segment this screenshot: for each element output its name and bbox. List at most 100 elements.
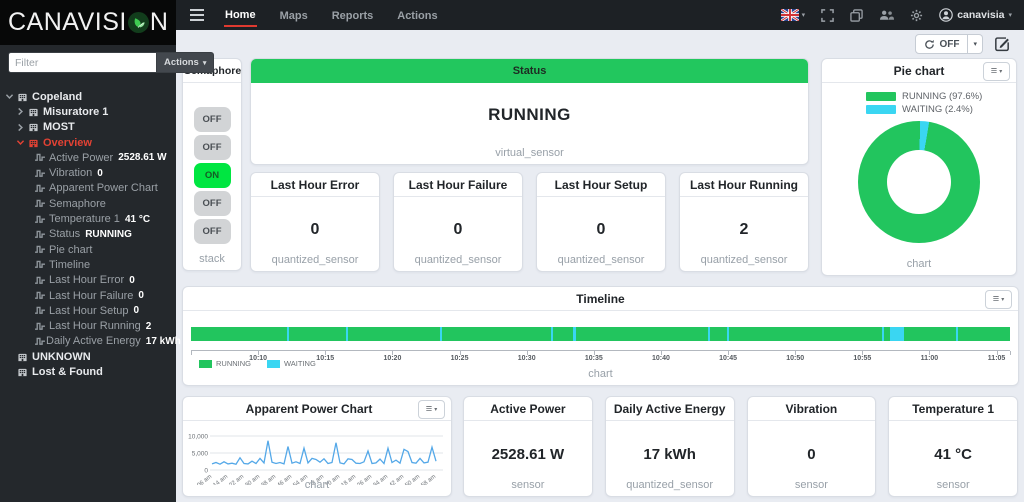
tree-item-misuratore-1[interactable]: Misuratore 1 [0,104,176,119]
panel-caption: stack [183,253,241,265]
status-header: Status [251,59,808,83]
nav-item-actions[interactable]: Actions [396,4,438,26]
open-windows-icon [850,9,863,22]
users-button[interactable] [879,9,894,21]
tree-item-active-power[interactable]: Active Power2528.61 W [0,150,176,165]
panel-menu-button[interactable]: ≡▾ [985,290,1012,309]
tree-item-overview[interactable]: Overview [0,135,176,150]
brand-logo[interactable]: CANAVISI N [0,0,176,45]
edit-dashboard-button[interactable] [994,36,1010,52]
legend-swatch [866,105,896,114]
pie-legend: RUNNING (97.6%)WAITING (2.4%) [866,90,1016,116]
tree-item-label: Lost & Found [32,366,103,378]
semaphore-button-2[interactable]: OFF [194,135,231,160]
tree-item-apparent-power-chart[interactable]: Apparent Power Chart [0,181,176,196]
tree-item-last-hour-error[interactable]: Last Hour Error0 [0,273,176,288]
panel-caption: virtual_sensor [251,147,808,159]
panel-caption: quantized_sensor [394,254,522,266]
waveform-icon [34,260,49,269]
chevron-down-icon: ▾ [802,11,806,19]
language-selector[interactable]: ▾ [781,9,806,21]
sidebar: Actions ▾ CopelandMisuratore 1MOSTOvervi… [0,30,176,502]
sensor-card-daily-active-energy: Daily Active Energy17 kWhquantized_senso… [605,396,735,497]
waveform-icon [34,230,49,239]
axis-tick-label: 10:50 [786,355,804,362]
stat-card-last-hour-running: Last Hour Running2quantized_sensor [679,172,809,272]
auto-refresh-button[interactable]: OFF [915,34,968,54]
tree-item-label: Misuratore 1 [43,106,108,118]
tree-item-value: 0 [97,168,103,179]
tree-item-label: Status [49,228,80,240]
building-icon [17,352,32,362]
windows-button[interactable] [850,9,863,22]
person-circle-icon [939,8,953,22]
timeline-segment-running [553,327,574,341]
semaphore-button-5[interactable]: OFF [194,219,231,244]
timeline-segment-running [289,327,346,341]
panel-menu-button[interactable]: ≡▾ [983,62,1010,81]
tree-item-label: Semaphore [49,198,106,210]
tree-item-value: RUNNING [85,229,132,240]
panel-caption: sensor [464,479,592,491]
legend-swatch [267,360,280,368]
fullscreen-icon [821,9,834,22]
timeline-bar [191,327,1010,341]
tree-item-last-hour-setup[interactable]: Last Hour Setup0 [0,303,176,318]
sensor-card-temperature-1: Temperature 141 °Csensor [888,396,1018,497]
axis-tick-label: 11:00 [921,355,939,362]
axis-tick-label: 10:40 [652,355,670,362]
chevron-right-icon[interactable] [16,107,28,116]
tree-item-lost-found[interactable]: Lost & Found [0,364,176,379]
tree-item-last-hour-running[interactable]: Last Hour Running2 [0,318,176,333]
chevron-down-icon: ▾ [203,59,207,67]
tree-item-temperature-1[interactable]: Temperature 141 °C [0,211,176,226]
sensor-card-vibration: Vibration0sensor [747,396,877,497]
semaphore-panel: Semaphore OFFOFFONOFFOFF stack [182,58,242,271]
tree-item-label: Apparent Power Chart [49,182,158,194]
chevron-down-icon[interactable] [5,92,17,101]
tree-item-unknown[interactable]: UNKNOWN [0,349,176,364]
tree-item-most[interactable]: MOST [0,120,176,135]
tree-item-last-hour-failure[interactable]: Last Hour Failure0 [0,288,176,303]
chevron-right-icon[interactable] [16,123,28,132]
tree-item-label: Active Power [49,152,113,164]
panel-title: Active Power [464,397,592,421]
semaphore-stack: OFF OFF ON OFF OFF [183,107,241,244]
panel-title: Daily Active Energy [606,397,734,421]
tree-item-label: Last Hour Running [49,320,141,332]
tree-item-vibration[interactable]: Vibration0 [0,165,176,180]
tree-item-value: 0 [129,275,135,286]
panel-value: 2528.61 W [464,446,592,463]
panel-title: Last Hour Error [251,173,379,197]
tree-item-copeland[interactable]: Copeland [0,89,176,104]
sidebar-actions-button[interactable]: Actions ▾ [157,52,214,73]
menu-icon: ≡ [993,294,999,305]
waveform-icon [34,245,49,254]
panel-value: 17 kWh [606,446,734,463]
hamburger-menu-icon[interactable] [190,9,204,21]
tree-item-daily-active-energy[interactable]: Daily Active Energy17 kWh [0,334,176,349]
nav-item-reports[interactable]: Reports [331,4,375,26]
nav-item-home[interactable]: Home [224,3,257,27]
tree-item-status[interactable]: Status RUNNING [0,227,176,242]
axis-end-tick [1010,351,1011,355]
sensors-row: Active Power 2528.61 W sensor Daily Active … [463,396,1018,497]
tree-item-pie-chart[interactable]: Pie chart [0,242,176,257]
actions-button-label: Actions [164,57,199,68]
semaphore-button-1[interactable]: OFF [194,107,231,132]
nav-item-maps[interactable]: Maps [279,4,309,26]
semaphore-button-4[interactable]: OFF [194,191,231,216]
building-icon [28,138,43,148]
fullscreen-button[interactable] [821,9,834,22]
tree-item-semaphore[interactable]: Semaphore [0,196,176,211]
filter-input[interactable] [8,52,157,73]
settings-button[interactable] [910,9,923,22]
last-hour-stats-row: Last Hour Error 0 quantized_sensor Last Hou… [250,172,809,272]
semaphore-button-3[interactable]: ON [194,163,231,188]
panel-value: 0 [537,221,665,239]
refresh-dropdown-button[interactable]: ▾ [968,34,983,54]
panel-menu-button[interactable]: ≡▾ [418,400,445,419]
user-menu[interactable]: canavisia ▾ [939,8,1012,22]
tree-item-timeline[interactable]: Timeline [0,257,176,272]
chevron-down-icon[interactable] [16,138,28,147]
